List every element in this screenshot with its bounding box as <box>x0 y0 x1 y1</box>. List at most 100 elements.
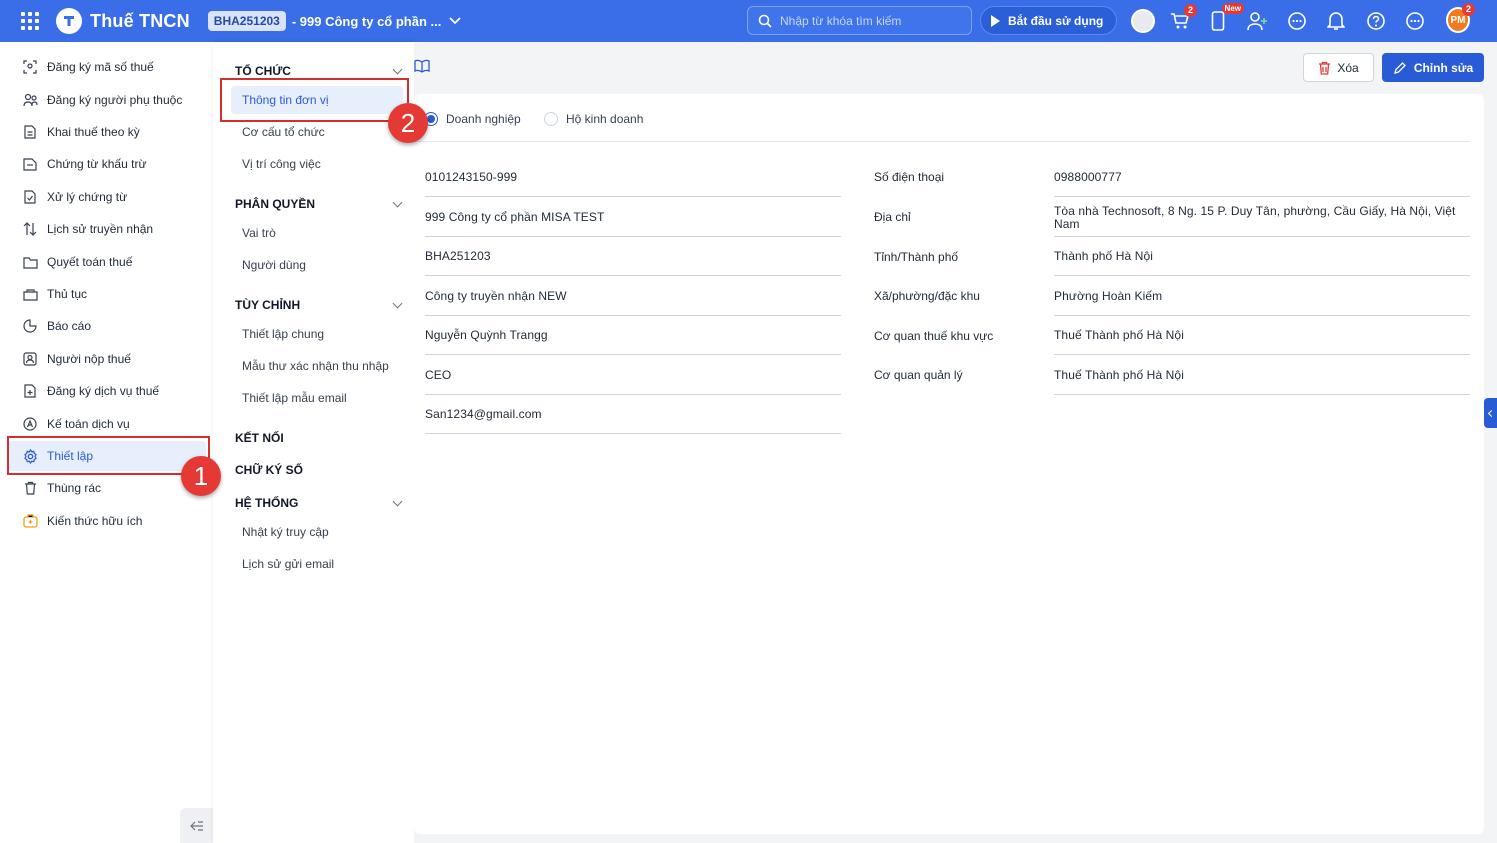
unit-info-card: Doanh nghiệp Hộ kinh doanh 0101243150-99… <box>414 94 1484 834</box>
ward-value: Phường Hoàn Kiếm <box>1054 276 1470 316</box>
expand-right-panel-button[interactable] <box>1484 398 1497 428</box>
unit-name-value: 999 Công ty cổ phần MISA TEST <box>425 197 841 237</box>
submenu-item-income-letter-template[interactable]: Mẫu thư xác nhận thu nhập <box>231 352 403 380</box>
app-title[interactable]: Thuế TNCN <box>90 11 190 32</box>
submenu-section-title: PHÂN QUYỀN <box>235 197 316 211</box>
transfer-company-value: Công ty truyền nhận NEW <box>425 276 841 316</box>
submenu-item-email-history[interactable]: Lịch sử gửi email <box>231 550 403 578</box>
main-content: Xóa Chỉnh sửa Doanh nghiệp Hộ kinh doanh… <box>414 42 1497 843</box>
robot-avatar-icon <box>1131 9 1155 33</box>
sidebar-item-knowledge[interactable]: Kiến thức hữu ích <box>8 506 206 536</box>
submenu-section-permissions[interactable]: PHÂN QUYỀN <box>235 197 405 211</box>
chat-button[interactable] <box>1285 9 1309 33</box>
sidebar-item-label: Khai thuế theo kỳ <box>47 125 140 139</box>
accounting-icon <box>22 416 38 432</box>
submenu-item-org-structure[interactable]: Cơ cấu tổ chức <box>231 118 403 146</box>
top-bar: Thuế TNCN BHA251203 - 999 Công ty cổ phầ… <box>0 0 1497 42</box>
more-button[interactable] <box>1403 9 1427 33</box>
submenu-item-general-settings[interactable]: Thiết lập chung <box>231 320 403 348</box>
new-features-button[interactable]: New <box>1206 3 1244 33</box>
sidebar-item-withholding-vouchers[interactable]: Chứng từ khấu trừ <box>8 149 206 179</box>
submenu-item-roles[interactable]: Vai trò <box>231 219 403 247</box>
submenu-section-connections[interactable]: KẾT NỐI <box>235 431 405 445</box>
sidebar-item-tax-finalization[interactable]: Quyết toán thuế <box>8 247 206 277</box>
tax-code-value: 0101243150-999 <box>425 157 841 197</box>
search-box[interactable] <box>747 6 972 35</box>
sidebar-item-process-vouchers[interactable]: Xử lý chứng từ <box>8 182 206 212</box>
folder-icon <box>22 254 38 270</box>
guide-book-icon[interactable] <box>414 59 430 76</box>
radio-dot <box>544 112 558 126</box>
knowledge-icon <box>22 513 38 529</box>
org-switch-chevron-icon[interactable] <box>449 14 462 28</box>
managing-office-label: Cơ quan quản lý <box>874 368 963 382</box>
org-code-badge[interactable]: BHA251203 <box>207 11 286 31</box>
managing-office-value: Thuế Thành phố Hà Nội <box>1054 355 1470 395</box>
sidebar-item-procedures[interactable]: Thủ tục <box>8 279 206 309</box>
apps-menu-button[interactable] <box>0 0 60 42</box>
radio-label: Doanh nghiệp <box>446 112 521 126</box>
sidebar-item-tax-service-registration[interactable]: Đăng ký dịch vụ thuế <box>8 376 206 406</box>
highlight-settings <box>7 436 210 475</box>
sidebar-item-taxpayers[interactable]: Người nộp thuế <box>8 344 206 374</box>
sidebar-item-register-tax-code[interactable]: Đăng ký mã số thuế <box>8 52 206 82</box>
email-value: San1234@gmail.com <box>425 394 841 434</box>
submenu-section-organization[interactable]: TỔ CHỨC <box>235 64 405 78</box>
regional-tax-office-label: Cơ quan thuế khu vực <box>874 329 994 343</box>
add-user-button[interactable] <box>1245 9 1269 33</box>
document-icon <box>22 124 38 140</box>
org-name[interactable]: - 999 Công ty cổ phần ... <box>292 14 442 29</box>
submenu-section-customization[interactable]: TÙY CHỈNH <box>235 298 405 312</box>
sidebar-item-reports[interactable]: Báo cáo <box>8 311 206 341</box>
sidebar-item-accounting-service[interactable]: Kế toán dịch vụ <box>8 409 206 439</box>
phone-value: 0988000777 <box>1054 157 1470 197</box>
report-icon <box>22 318 38 334</box>
step-marker-1: 1 <box>181 456 221 496</box>
user-menu-button[interactable]: PM 2 <box>1446 3 1475 33</box>
add-user-icon <box>1247 12 1267 31</box>
procedure-icon <box>22 286 38 302</box>
submenu-section-system[interactable]: HỆ THỐNG <box>235 496 405 510</box>
submenu-section-digital-signature[interactable]: CHỮ KÝ SỐ <box>235 463 405 477</box>
help-button[interactable] <box>1364 9 1388 33</box>
radio-household-business[interactable]: Hộ kinh doanh <box>544 112 643 126</box>
sidebar-item-trash[interactable]: Thùng rác <box>8 473 206 503</box>
edit-button[interactable]: Chỉnh sửa <box>1382 53 1484 82</box>
radio-enterprise[interactable]: Doanh nghiệp <box>424 112 521 126</box>
search-icon <box>758 14 772 28</box>
start-using-button[interactable]: Bắt đầu sử dụng <box>980 6 1117 35</box>
taxpayer-icon <box>22 351 38 367</box>
pencil-icon <box>1393 61 1406 74</box>
help-icon <box>1367 12 1385 30</box>
submenu-item-access-log[interactable]: Nhật ký truy cập <box>231 518 403 546</box>
service-icon <box>22 383 38 399</box>
notifications-button[interactable] <box>1324 9 1348 33</box>
mobile-icon <box>1211 11 1225 31</box>
sidebar-item-label: Đăng ký mã số thuế <box>47 60 154 74</box>
submenu-item-email-template[interactable]: Thiết lập mẫu email <box>231 384 403 412</box>
search-input[interactable] <box>780 13 960 28</box>
assistant-avatar[interactable] <box>1131 9 1155 33</box>
collapse-sidebar-button[interactable] <box>180 808 213 843</box>
representative-value: Nguyễn Quỳnh Trangg <box>425 315 841 355</box>
submenu-item-users[interactable]: Người dùng <box>231 251 403 279</box>
cart-button[interactable]: 2 <box>1168 4 1197 33</box>
sidebar-item-transfer-history[interactable]: Lịch sử truyền nhận <box>8 214 206 244</box>
business-type-selector: Doanh nghiệp Hộ kinh doanh <box>414 112 1470 142</box>
apps-grid-icon <box>21 12 39 30</box>
submenu-item-job-positions[interactable]: Vị trí công việc <box>231 150 403 178</box>
delete-label: Xóa <box>1337 60 1359 75</box>
cart-badge: 2 <box>1184 4 1197 17</box>
sidebar-item-label: Lịch sử truyền nhận <box>47 222 154 236</box>
sidebar-item-label: Người nộp thuế <box>47 352 131 366</box>
regional-tax-office-value: Thuế Thành phố Hà Nội <box>1054 315 1470 355</box>
chevron-down-icon <box>392 496 403 506</box>
sidebar-item-label: Thủ tục <box>47 287 88 301</box>
sidebar-item-periodic-declaration[interactable]: Khai thuế theo kỳ <box>8 117 206 147</box>
sidebar-item-label: Kiến thức hữu ích <box>47 514 143 528</box>
trash-icon <box>22 480 38 496</box>
collapse-left-icon <box>189 820 203 831</box>
delete-button[interactable]: Xóa <box>1303 53 1374 82</box>
sidebar-item-register-dependents[interactable]: Đăng ký người phụ thuộc <box>8 85 206 115</box>
province-value: Thành phố Hà Nội <box>1054 236 1470 276</box>
